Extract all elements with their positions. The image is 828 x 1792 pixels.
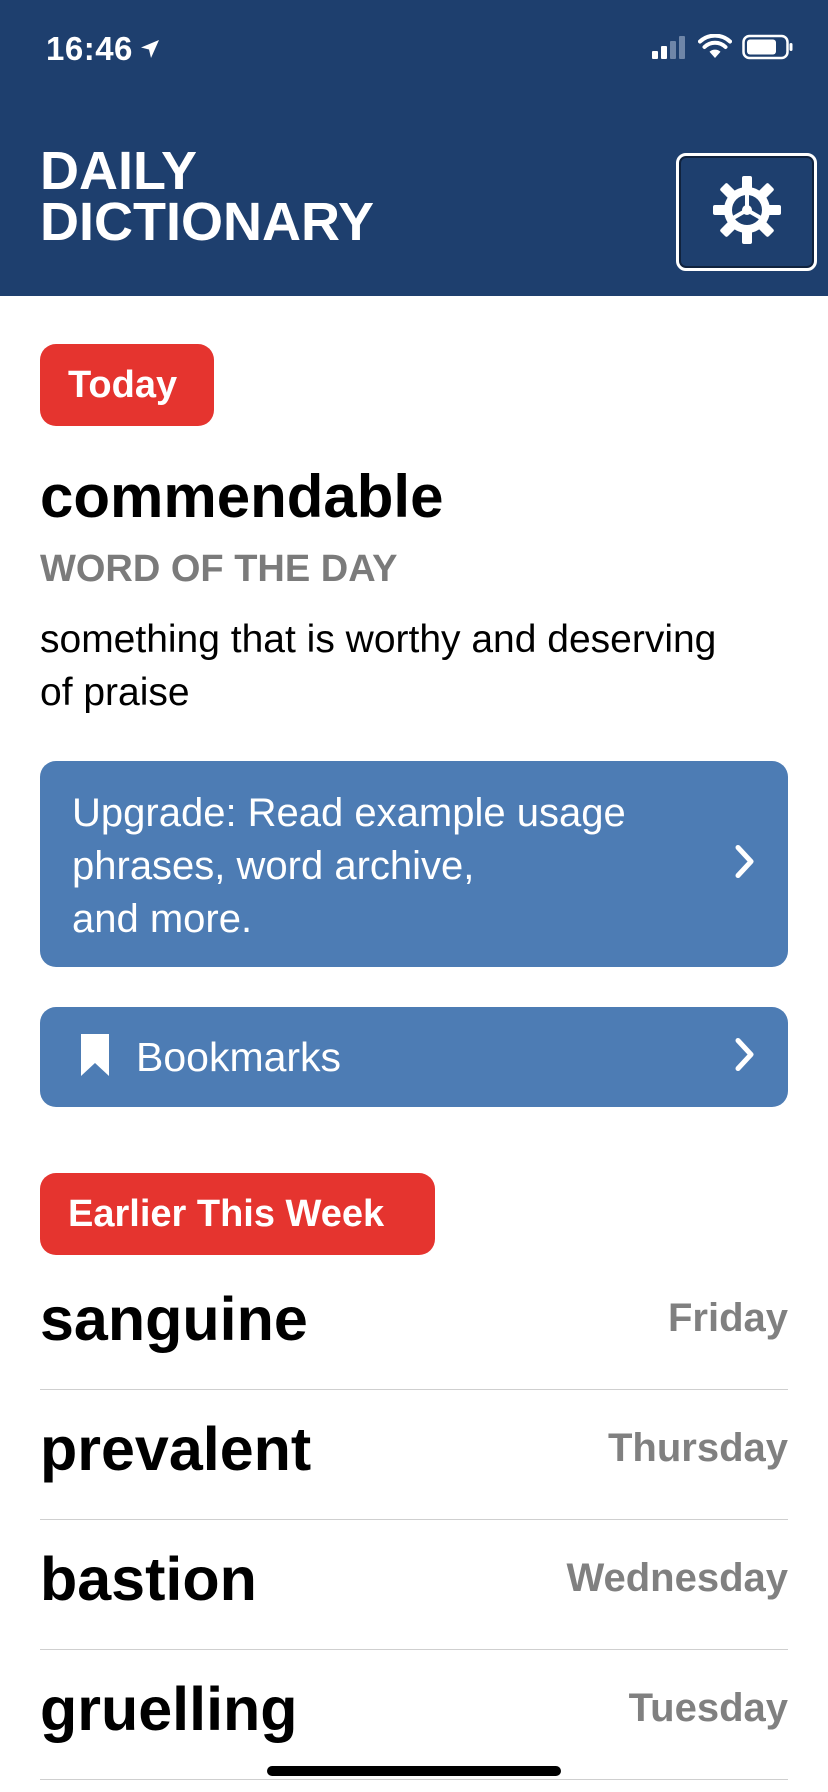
today-badge-label: Today	[68, 363, 178, 406]
list-item-word: sanguine	[40, 1284, 308, 1353]
upgrade-button[interactable]: Upgrade: Read example usage phrases, wor…	[40, 761, 788, 967]
bookmark-icon	[80, 1033, 110, 1082]
list-item-day: Tuesday	[628, 1686, 788, 1730]
chevron-right-icon	[734, 1037, 756, 1078]
list-item-day: Wednesday	[566, 1556, 788, 1600]
word-list-item[interactable]: sanguine Friday	[40, 1260, 788, 1390]
app-title: DAILY DICTIONARY	[40, 141, 374, 252]
list-item-word: gruelling	[40, 1674, 298, 1743]
status-time-group: 16:46	[46, 30, 161, 68]
earlier-badge-label: Earlier This Week	[68, 1192, 385, 1235]
battery-icon	[742, 34, 794, 65]
word-list-item[interactable]: prevalent Thursday	[40, 1390, 788, 1520]
list-item-day: Friday	[667, 1296, 788, 1340]
settings-button[interactable]	[676, 153, 817, 271]
word-list-item[interactable]: gruelling Tuesday	[40, 1650, 788, 1780]
cellular-signal-icon	[652, 35, 688, 64]
chevron-right-icon	[734, 844, 756, 885]
list-item-day: Thursday	[607, 1426, 788, 1470]
word-of-the-day[interactable]: commendable	[40, 462, 443, 531]
upgrade-text: Upgrade: Read example usage phrases, wor…	[72, 791, 626, 941]
word-of-the-day-label: WORD OF THE DAY	[40, 548, 398, 590]
today-badge: Today	[40, 344, 214, 426]
word-definition: something that is worthy and deserving o…	[40, 618, 717, 714]
bookmarks-label: Bookmarks	[136, 1033, 342, 1080]
earlier-word-list: sanguine Friday prevalent Thursday basti…	[40, 1260, 788, 1780]
app-header: 16:46 DAILY DICTIONARY	[0, 0, 828, 296]
list-item-word: prevalent	[40, 1414, 312, 1483]
location-arrow-icon	[139, 30, 161, 68]
gear-icon	[711, 174, 783, 251]
list-item-word: bastion	[40, 1544, 257, 1613]
earlier-this-week-badge: Earlier This Week	[40, 1173, 435, 1255]
home-indicator[interactable]	[267, 1766, 561, 1776]
status-icons	[652, 33, 794, 65]
app-screen: 16:46 DAILY DICTIONARY Today commendable…	[0, 0, 828, 1792]
status-time: 16:46	[46, 30, 133, 67]
wifi-icon	[698, 33, 732, 65]
word-list-item[interactable]: bastion Wednesday	[40, 1520, 788, 1650]
bookmarks-button[interactable]: Bookmarks	[40, 1007, 788, 1107]
